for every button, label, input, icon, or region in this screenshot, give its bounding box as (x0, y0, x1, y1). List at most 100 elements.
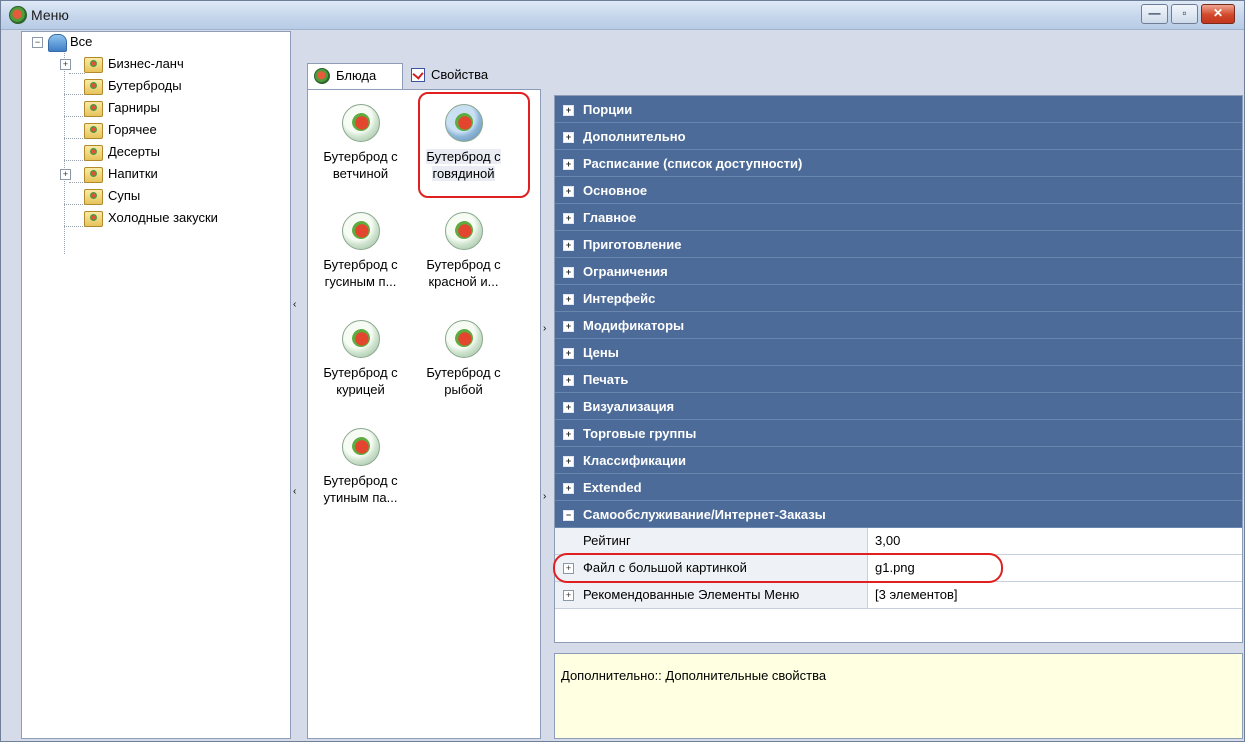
dish-item[interactable]: Бутерброд с ветчиной (308, 90, 413, 190)
expand-icon[interactable]: + (563, 186, 574, 197)
expand-right-icon[interactable]: › (543, 323, 546, 334)
category-interface[interactable]: + Интерфейс (555, 285, 1242, 312)
property-grid[interactable]: + Порции + Дополнительно + Расписание (спис… (553, 95, 1243, 643)
folder-icon (84, 123, 103, 139)
expand-icon[interactable]: + (563, 348, 574, 359)
category-print[interactable]: + Печать (555, 366, 1242, 393)
property-row-recommended-items[interactable]: + Рекомендованные Элементы Меню [3 элемен… (555, 582, 1242, 609)
expand-icon[interactable]: + (563, 105, 574, 116)
property-value[interactable]: 3,00 (875, 528, 900, 554)
title-bar[interactable]: Меню — ▫ ✕ (1, 1, 1244, 30)
tree-item-label: Холодные закуски (108, 210, 218, 225)
expand-icon[interactable]: + (563, 132, 574, 143)
expand-icon[interactable]: + (563, 213, 574, 224)
maximize-button[interactable]: ▫ (1171, 4, 1198, 24)
tab-properties[interactable]: Свойства (403, 63, 515, 87)
category-self-service[interactable]: − Самообслуживание/Интернет-Заказы (555, 501, 1242, 528)
category-classifications[interactable]: + Классификации (555, 447, 1242, 474)
collapse-left-icon[interactable]: ‹ (293, 486, 296, 497)
dish-item[interactable]: Бутерброд с утиным па... (308, 414, 413, 514)
close-icon: ✕ (1212, 6, 1224, 20)
property-value[interactable]: [3 элементов] (875, 582, 958, 608)
expand-icon[interactable]: + (563, 240, 574, 251)
app-icon (9, 6, 27, 24)
category-visualization[interactable]: + Визуализация (555, 393, 1242, 420)
folder-icon (84, 189, 103, 205)
tree-item-label: Горячее (108, 122, 157, 137)
check-mark (412, 68, 424, 80)
description-panel: Дополнительно:: Дополнительные свойства (554, 653, 1243, 739)
tree-item-label: Бутерброды (108, 76, 182, 96)
tree-item-soups[interactable]: Супы (22, 186, 282, 206)
collapse-left-icon[interactable]: ‹ (293, 299, 296, 310)
tree-item-business-lunch[interactable]: + Бизнес-ланч (22, 54, 282, 74)
dish-tab-icon (314, 68, 330, 84)
dish-icon (342, 320, 380, 358)
expand-icon[interactable]: + (563, 429, 574, 440)
expand-icon[interactable]: + (563, 590, 574, 601)
left-splitter[interactable]: ‹ ‹ (293, 31, 301, 739)
dish-label: Бутерброд с гусиным п... (323, 257, 398, 289)
category-cooking[interactable]: + Приготовление (555, 231, 1242, 258)
property-row-rating[interactable]: Рейтинг 3,00 (555, 528, 1242, 555)
category-extended[interactable]: + Extended (555, 474, 1242, 501)
expand-icon[interactable]: + (563, 159, 574, 170)
folder-icon (84, 167, 103, 183)
tree-item-cold-snacks[interactable]: Холодные закуски (22, 208, 282, 228)
dish-label: Бутерброд с утиным па... (323, 473, 398, 505)
folder-icon (84, 145, 103, 161)
category-additional[interactable]: + Дополнительно (555, 123, 1242, 150)
tab-properties-label: Свойства (431, 67, 489, 82)
window-title: Меню (31, 7, 69, 23)
expand-icon[interactable]: + (563, 456, 574, 467)
dish-item[interactable]: Бутерброд с курицей (308, 306, 413, 406)
close-button[interactable]: ✕ (1201, 4, 1235, 24)
tab-dishes[interactable]: Блюда (307, 63, 403, 89)
tree-item-garnishes[interactable]: Гарниры (22, 98, 282, 118)
tree-item-desserts[interactable]: Десерты (22, 142, 282, 162)
folder-icon (84, 57, 103, 73)
property-name: + Рекомендованные Элементы Меню (555, 582, 868, 608)
collapse-icon[interactable]: − (32, 37, 43, 48)
expand-icon[interactable]: + (563, 267, 574, 278)
dish-item[interactable]: Бутерброд с красной и... (411, 198, 516, 298)
tree-root[interactable]: − Все (22, 32, 282, 52)
property-highlight (553, 553, 1003, 583)
tree-item-sandwiches[interactable]: Бутерброды (22, 76, 282, 96)
dish-list[interactable]: Бутерброд с ветчиной Бутерброд с говядиной… (307, 89, 541, 739)
expand-icon[interactable]: + (563, 483, 574, 494)
tab-dishes-label: Блюда (336, 68, 377, 83)
dish-item[interactable]: Бутерброд с рыбой (411, 306, 516, 406)
checkbox-tab-icon (411, 68, 425, 82)
tree-item-hot[interactable]: Горячее (22, 120, 282, 140)
expand-icon[interactable]: + (563, 321, 574, 332)
expand-icon[interactable]: + (60, 169, 71, 180)
expand-right-icon[interactable]: › (543, 491, 546, 502)
dish-item[interactable]: Бутерброд с гусиным п... (308, 198, 413, 298)
tree-item-drinks[interactable]: + Напитки (22, 164, 282, 184)
category-basic[interactable]: + Основное (555, 177, 1242, 204)
category-modifiers[interactable]: + Модификаторы (555, 312, 1242, 339)
description-text: Дополнительно:: Дополнительные свойства (561, 668, 827, 683)
expand-icon[interactable]: + (60, 59, 71, 70)
expand-icon[interactable]: + (563, 375, 574, 386)
category-portions[interactable]: + Порции (555, 96, 1242, 123)
category-prices[interactable]: + Цены (555, 339, 1242, 366)
category-schedule[interactable]: + Расписание (список доступности) (555, 150, 1242, 177)
selection-highlight (418, 92, 530, 198)
minimize-button[interactable]: — (1141, 4, 1168, 24)
minimize-icon: — (1148, 6, 1161, 20)
dish-label: Бутерброд с рыбой (426, 365, 501, 397)
folder-icon (84, 211, 103, 227)
category-main[interactable]: + Главное (555, 204, 1242, 231)
collapse-icon[interactable]: − (563, 510, 574, 521)
expand-icon[interactable]: + (563, 402, 574, 413)
category-trade-groups[interactable]: + Торговые группы (555, 420, 1242, 447)
category-restrictions[interactable]: + Ограничения (555, 258, 1242, 285)
right-splitter[interactable]: › › (543, 89, 551, 739)
dish-icon (445, 212, 483, 250)
category-tree[interactable]: − Все + Бизнес-ланч Бутерброды Гарниры Г… (21, 31, 291, 739)
expand-icon[interactable]: + (563, 294, 574, 305)
dish-icon (342, 428, 380, 466)
dish-icon (342, 212, 380, 250)
